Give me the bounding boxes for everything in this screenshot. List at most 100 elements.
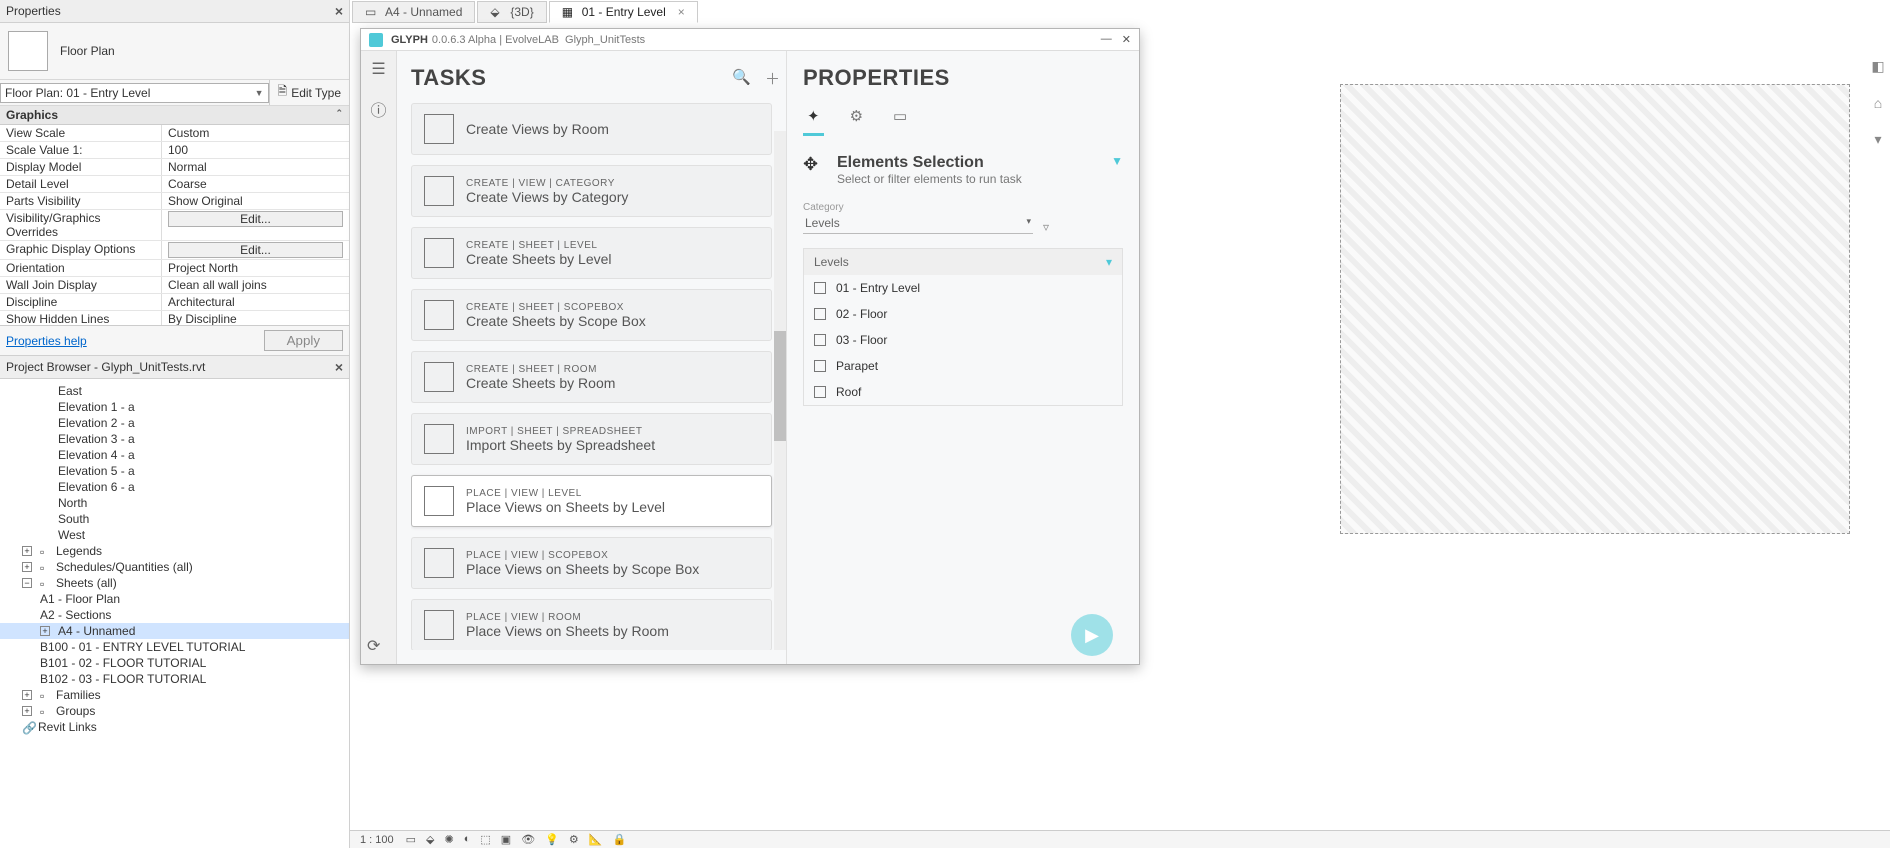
group-header-graphics[interactable]: Graphics ⌃ bbox=[0, 106, 349, 125]
tasks-list-icon[interactable]: ☰ bbox=[371, 59, 385, 79]
elements-selection-header[interactable]: ✥ Elements Selection Select or filter el… bbox=[803, 154, 1123, 186]
run-button[interactable]: ▶ bbox=[1071, 614, 1113, 656]
property-row[interactable]: OrientationProject North bbox=[0, 260, 349, 277]
tree-node[interactable]: North bbox=[0, 495, 349, 511]
property-value[interactable]: By Discipline bbox=[162, 311, 349, 325]
task-card[interactable]: CREATE | SHEET | SCOPEBOXCreate Sheets b… bbox=[411, 289, 772, 341]
tree-node[interactable]: B102 - 03 - FLOOR TUTORIAL bbox=[0, 671, 349, 687]
property-value[interactable]: 100 bbox=[162, 142, 349, 158]
property-row[interactable]: Scale Value 1:100 bbox=[0, 142, 349, 159]
task-card[interactable]: CREATE | VIEW | CATEGORYCreate Views by … bbox=[411, 165, 772, 217]
checkbox[interactable] bbox=[814, 360, 826, 372]
view-tab-a4[interactable]: ▭ A4 - Unnamed bbox=[352, 1, 475, 23]
tree-node[interactable]: Elevation 2 - a bbox=[0, 415, 349, 431]
level-item[interactable]: Parapet bbox=[804, 353, 1122, 379]
tree-node[interactable]: Elevation 1 - a bbox=[0, 399, 349, 415]
levels-header[interactable]: Levels ▾ bbox=[804, 249, 1122, 275]
view-tab-3d[interactable]: ⬙ {3D} bbox=[477, 1, 546, 23]
task-card[interactable]: Create Views by Room bbox=[411, 103, 772, 155]
tree-node[interactable]: +A4 - Unnamed bbox=[0, 623, 349, 639]
crop-region-icon[interactable]: ▣ bbox=[501, 833, 511, 846]
tree-toggle-icon[interactable]: + bbox=[22, 546, 32, 556]
tree-toggle-icon[interactable]: − bbox=[22, 578, 32, 588]
tree-node[interactable]: B100 - 01 - ENTRY LEVEL TUTORIAL bbox=[0, 639, 349, 655]
filter-icon[interactable]: ▿ bbox=[1043, 220, 1049, 234]
search-icon[interactable]: 🔍 bbox=[732, 68, 751, 89]
crop-icon[interactable]: ⬚ bbox=[480, 833, 490, 846]
level-item[interactable]: 01 - Entry Level bbox=[804, 275, 1122, 301]
tab-settings[interactable]: ⚙ bbox=[846, 101, 867, 136]
analytical-icon[interactable]: 📐 bbox=[589, 833, 603, 846]
tree-node[interactable]: Elevation 3 - a bbox=[0, 431, 349, 447]
chevron-down-icon[interactable]: ▾ bbox=[1874, 131, 1881, 148]
properties-help-link[interactable]: Properties help bbox=[6, 334, 87, 348]
tree-toggle-icon[interactable]: + bbox=[22, 562, 32, 572]
scale-label[interactable]: 1 : 100 bbox=[360, 834, 394, 846]
tree-toggle-icon[interactable]: + bbox=[40, 626, 50, 636]
property-value[interactable]: Custom bbox=[162, 125, 349, 141]
task-card[interactable]: PLACE | VIEW | ROOMPlace Views on Sheets… bbox=[411, 599, 772, 650]
add-icon[interactable]: ＋ bbox=[765, 68, 780, 89]
property-value[interactable]: Clean all wall joins bbox=[162, 277, 349, 293]
tab-selection[interactable]: ✦ bbox=[803, 101, 824, 136]
close-icon[interactable]: × bbox=[678, 5, 685, 19]
shadows-icon[interactable]: ◐ bbox=[464, 833, 471, 846]
level-item[interactable]: 02 - Floor bbox=[804, 301, 1122, 327]
property-row[interactable]: DisciplineArchitectural bbox=[0, 294, 349, 311]
edit-button[interactable]: Edit... bbox=[168, 242, 343, 258]
task-card[interactable]: CREATE | SHEET | ROOMCreate Sheets by Ro… bbox=[411, 351, 772, 403]
home-icon[interactable]: ⌂ bbox=[1874, 95, 1882, 111]
detail-level-icon[interactable]: ▭ bbox=[406, 833, 416, 846]
task-card[interactable]: PLACE | VIEW | SCOPEBOXPlace Views on Sh… bbox=[411, 537, 772, 589]
property-row[interactable]: Graphic Display OptionsEdit... bbox=[0, 241, 349, 260]
close-icon[interactable]: ✕ bbox=[1122, 33, 1131, 46]
visual-style-icon[interactable]: ⬙ bbox=[426, 833, 434, 846]
tree-node[interactable]: Elevation 4 - a bbox=[0, 447, 349, 463]
property-value[interactable]: Edit... bbox=[162, 210, 349, 240]
task-card[interactable]: CREATE | SHEET | LEVELCreate Sheets by L… bbox=[411, 227, 772, 279]
tree-node[interactable]: B101 - 02 - FLOOR TUTORIAL bbox=[0, 655, 349, 671]
family-row[interactable]: Floor Plan bbox=[0, 23, 349, 80]
property-value[interactable]: Coarse bbox=[162, 176, 349, 192]
checkbox[interactable] bbox=[814, 308, 826, 320]
property-value[interactable]: Edit... bbox=[162, 241, 349, 259]
scrollbar[interactable] bbox=[774, 131, 786, 650]
tree-node[interactable]: +▫Schedules/Quantities (all) bbox=[0, 559, 349, 575]
task-list[interactable]: Create Views by Room CREATE | VIEW | CATE… bbox=[411, 103, 780, 650]
minimize-icon[interactable]: — bbox=[1101, 33, 1112, 46]
task-card[interactable]: IMPORT | SHEET | SPREADSHEETImport Sheet… bbox=[411, 413, 772, 465]
property-row[interactable]: Display ModelNormal bbox=[0, 159, 349, 176]
task-card[interactable]: PLACE | VIEW | LEVELPlace Views on Sheet… bbox=[411, 475, 772, 527]
tree-node[interactable]: West bbox=[0, 527, 349, 543]
scrollbar-thumb[interactable] bbox=[774, 331, 786, 441]
tree-node[interactable]: Elevation 5 - a bbox=[0, 463, 349, 479]
sun-path-icon[interactable]: ✺ bbox=[445, 833, 454, 846]
close-icon[interactable]: × bbox=[335, 359, 343, 375]
constraints-icon[interactable]: 🔒 bbox=[612, 833, 626, 846]
tree-node[interactable]: Elevation 6 - a bbox=[0, 479, 349, 495]
level-item[interactable]: 03 - Floor bbox=[804, 327, 1122, 353]
apply-button[interactable]: Apply bbox=[264, 330, 343, 351]
refresh-icon[interactable]: ⟳ bbox=[367, 636, 380, 656]
view-tab-entry-level[interactable]: ▦ 01 - Entry Level × bbox=[549, 1, 698, 23]
nav-cube-icon[interactable]: ◧ bbox=[1871, 58, 1884, 75]
tree-node[interactable]: South bbox=[0, 511, 349, 527]
tree-node[interactable]: +▫Families bbox=[0, 687, 349, 703]
tree-node[interactable]: East bbox=[0, 383, 349, 399]
level-item[interactable]: Roof bbox=[804, 379, 1122, 405]
temp-view-icon[interactable]: ⚙ bbox=[569, 833, 579, 846]
checkbox[interactable] bbox=[814, 334, 826, 346]
chevron-down-icon[interactable]: ▾ bbox=[1106, 255, 1112, 269]
property-row[interactable]: Show Hidden LinesBy Discipline bbox=[0, 311, 349, 325]
property-value[interactable]: Architectural bbox=[162, 294, 349, 310]
tree-node[interactable]: A2 - Sections bbox=[0, 607, 349, 623]
checkbox[interactable] bbox=[814, 282, 826, 294]
category-dropdown[interactable]: Levels ▾ bbox=[803, 213, 1033, 234]
edit-type-button[interactable]: 🗎 Edit Type bbox=[269, 80, 349, 105]
checkbox[interactable] bbox=[814, 386, 826, 398]
property-row[interactable]: Wall Join DisplayClean all wall joins bbox=[0, 277, 349, 294]
property-row[interactable]: Visibility/Graphics OverridesEdit... bbox=[0, 210, 349, 241]
tree-node[interactable]: −▫Sheets (all) bbox=[0, 575, 349, 591]
property-row[interactable]: Parts VisibilityShow Original bbox=[0, 193, 349, 210]
tree-node[interactable]: +▫Legends bbox=[0, 543, 349, 559]
